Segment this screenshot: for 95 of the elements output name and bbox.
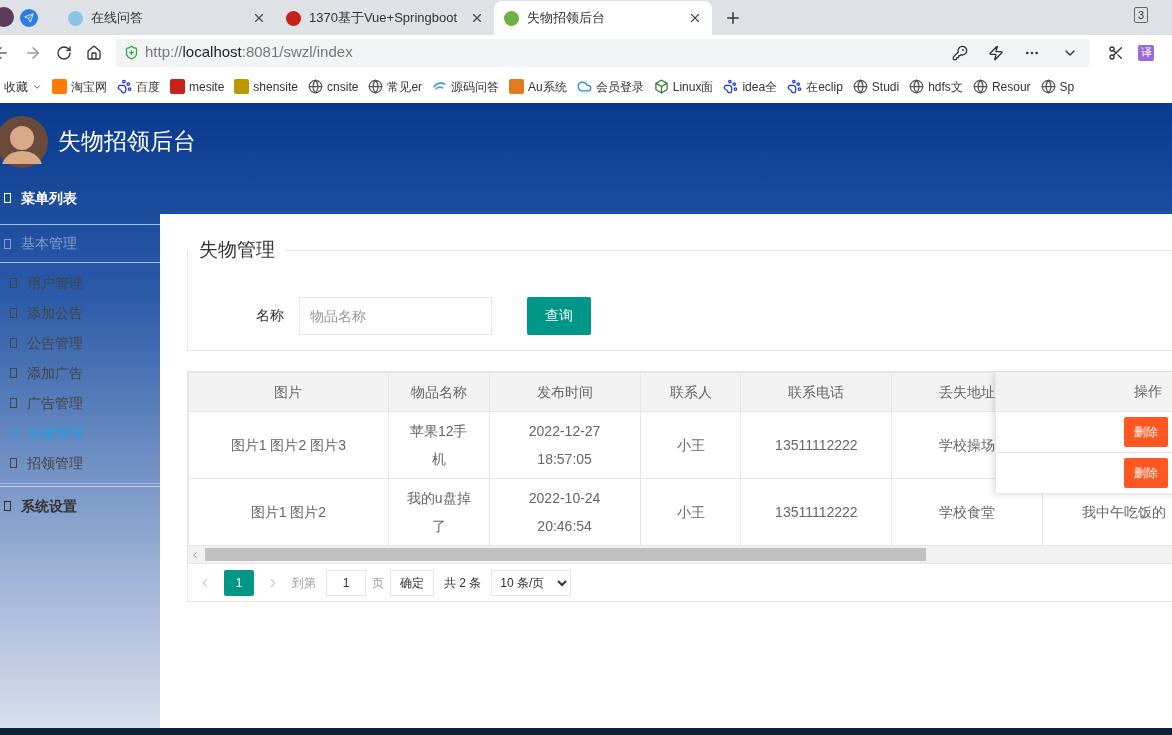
close-icon[interactable] xyxy=(470,11,484,25)
bookmark-link[interactable]: Linux面 xyxy=(672,77,714,96)
globe-icon xyxy=(1040,79,1056,94)
name-input[interactable]: 物品名称 xyxy=(299,296,492,335)
paw-icon xyxy=(117,79,132,94)
bookmark-link[interactable]: Studi xyxy=(871,77,900,96)
key-icon[interactable] xyxy=(952,44,968,61)
tab-count[interactable]: 3 xyxy=(1133,7,1148,23)
bookmark-link[interactable]: 会员登录 xyxy=(595,77,644,96)
scissors-icon[interactable] xyxy=(1108,44,1124,61)
square-icon xyxy=(10,428,17,438)
close-icon[interactable] xyxy=(252,11,266,25)
translate-icon[interactable]: 译 xyxy=(1138,44,1154,61)
browser-tab[interactable]: 失物招领后台 xyxy=(494,1,712,35)
bookmark-link[interactable]: 源码问答 xyxy=(451,77,500,96)
table-cell: 小王 xyxy=(640,411,741,479)
bookmark-link[interactable]: 常见er xyxy=(387,77,423,96)
bookmark-link[interactable]: 收藏 xyxy=(4,77,28,96)
reload-icon[interactable] xyxy=(56,44,72,61)
square-icon xyxy=(4,193,11,203)
table-cell: 2022-10-24 20:46:54 xyxy=(489,478,641,546)
square-icon xyxy=(10,368,17,378)
page-size-select[interactable]: 10 条/页 xyxy=(491,569,572,596)
goto-label: 到第 xyxy=(292,574,316,592)
query-button[interactable]: 查询 xyxy=(527,296,591,335)
globe-icon xyxy=(308,79,324,94)
globe-icon xyxy=(909,79,925,94)
horizontal-scrollbar[interactable] xyxy=(188,546,1172,563)
profile-avatar[interactable] xyxy=(0,7,14,27)
bookmark-link[interactable]: Au系统 xyxy=(528,77,567,96)
globe-icon xyxy=(368,79,384,94)
bookmark-link[interactable]: idea全 xyxy=(742,77,778,96)
cube-icon xyxy=(653,79,669,94)
table-cell: 苹果12手机 xyxy=(388,411,490,479)
column-header: 联系电话 xyxy=(740,372,892,412)
square-icon xyxy=(4,238,11,249)
lightning-icon[interactable] xyxy=(988,44,1004,61)
new-tab-icon[interactable] xyxy=(724,9,742,27)
table-cell: 图片1 图片2 图片3 xyxy=(188,411,389,479)
favicon-icon xyxy=(504,10,519,26)
tab-title: 失物招领后台 xyxy=(527,9,606,28)
bookmark-link[interactable]: 淘宝网 xyxy=(71,77,107,96)
square-icon xyxy=(10,398,17,408)
browser-tab[interactable]: 在线问答 xyxy=(58,1,276,35)
bookmark-link[interactable]: Resour xyxy=(991,77,1031,96)
table-cell: 2022-12-27 18:57:05 xyxy=(489,411,641,479)
paw-icon xyxy=(723,79,739,94)
bookmark-link[interactable]: hdfs文 xyxy=(928,77,963,96)
table-cell: 13511112222 xyxy=(740,478,892,546)
menu-group[interactable]: 系统设置 xyxy=(0,487,160,525)
bookmark-link[interactable]: 在eclip xyxy=(806,77,843,96)
url-text: http://localhost:8081/swzl/index xyxy=(145,42,353,63)
shield-icon xyxy=(124,45,139,60)
page-suffix: 页 xyxy=(372,574,384,592)
column-header: 图片 xyxy=(188,372,389,412)
avatar xyxy=(0,115,48,168)
globe-icon xyxy=(852,79,868,94)
square-icon xyxy=(10,308,17,318)
fieldset-legend: 失物管理 xyxy=(189,236,285,265)
close-icon[interactable] xyxy=(688,11,702,25)
column-header: 联系人 xyxy=(640,372,741,412)
browser-tab[interactable]: 1370基于Vue+Springboot xyxy=(276,1,494,35)
column-header: 操作 xyxy=(996,372,1172,411)
bookmark-link[interactable]: 百度 xyxy=(136,77,160,96)
table-cell: 13511112222 xyxy=(740,411,892,479)
bookmark-link[interactable]: mesite xyxy=(189,77,225,96)
cloud-icon xyxy=(576,79,592,94)
address-bar[interactable]: http://localhost:8081/swzl/index xyxy=(116,38,1090,67)
confirm-button[interactable]: 确定 xyxy=(390,569,434,596)
favicon-icon xyxy=(68,10,83,26)
tab-title: 在线问答 xyxy=(91,9,144,28)
page-button[interactable]: 1 xyxy=(224,569,254,596)
tab-title: 1370基于Vue+Springboot xyxy=(309,9,459,28)
favicon-icon xyxy=(286,10,301,26)
menu-title: 菜单列表 xyxy=(0,180,160,216)
square-icon xyxy=(10,278,17,288)
bookmark-link[interactable]: Sp xyxy=(1059,77,1075,96)
home-icon[interactable] xyxy=(86,44,102,61)
field-label: 名称 xyxy=(255,306,285,325)
bookmark-link[interactable]: shensite xyxy=(253,77,299,96)
table-cell: 小王 xyxy=(640,478,741,546)
square-icon xyxy=(10,458,17,468)
page-input[interactable]: 1 xyxy=(326,569,366,596)
bookmark-link[interactable]: cnsite xyxy=(327,77,359,96)
square-icon xyxy=(10,338,17,348)
globe-icon xyxy=(972,79,988,94)
square-icon xyxy=(4,501,11,511)
table-cell: 我的u盘掉了 xyxy=(388,478,490,546)
app-title: 失物招领后台 xyxy=(58,127,196,157)
paw-icon xyxy=(787,79,803,94)
total-count: 共 2 条 xyxy=(444,574,482,592)
column-header: 物品名称 xyxy=(388,372,490,412)
send-icon[interactable] xyxy=(20,9,38,27)
table-cell: 图片1 图片2 xyxy=(188,478,389,546)
column-header: 发布时间 xyxy=(489,372,641,412)
